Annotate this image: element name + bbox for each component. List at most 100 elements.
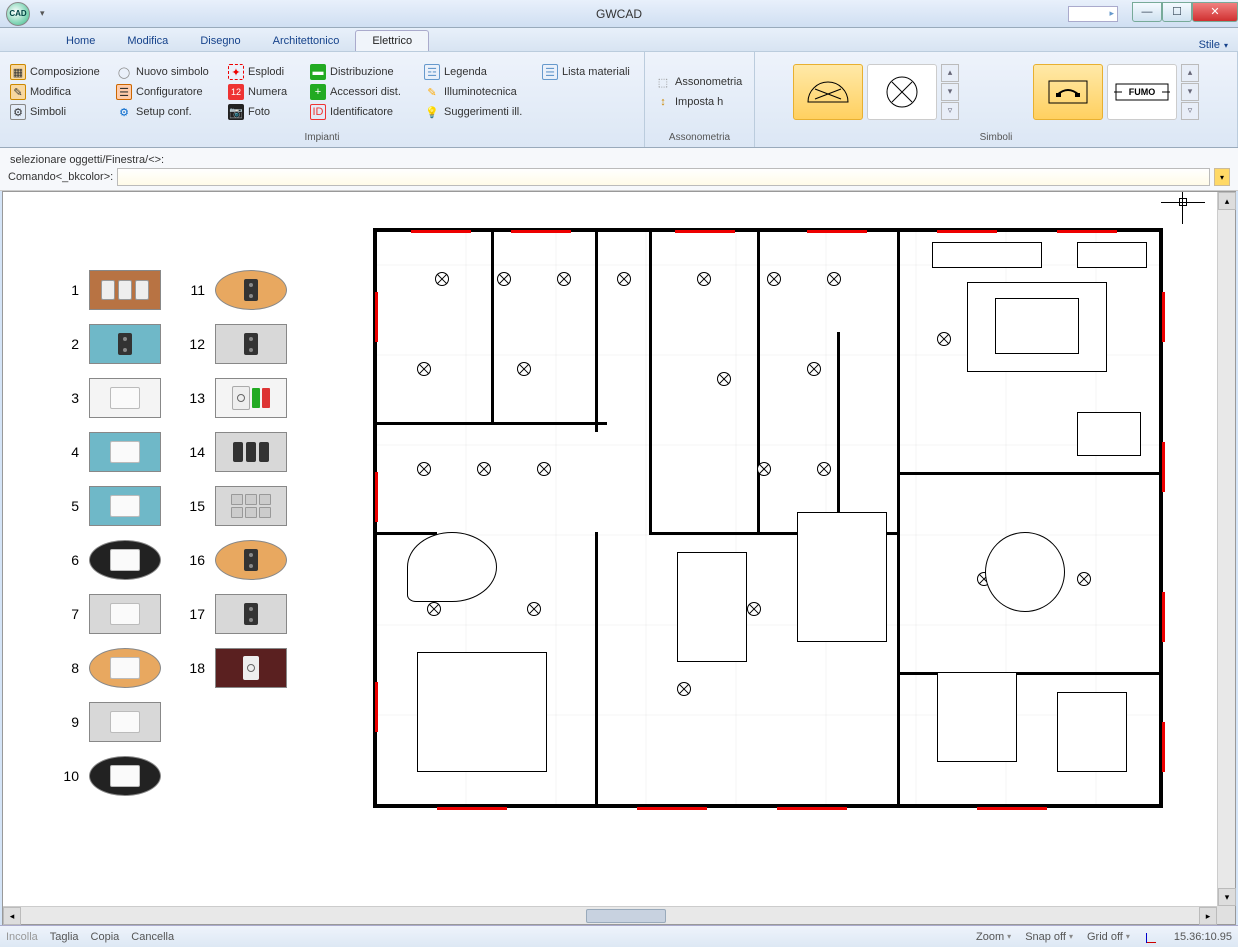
tab-architettonico[interactable]: Architettonico	[257, 31, 356, 51]
command-area: selezionare oggetti/Finestra/<>: Comando…	[0, 148, 1238, 191]
status-taglia[interactable]: Taglia	[50, 931, 79, 943]
maximize-button[interactable]: ☐	[1162, 2, 1192, 22]
tab-elettrico[interactable]: Elettrico	[355, 30, 429, 51]
accessori-dist-button[interactable]: +Accessori dist.	[306, 83, 418, 101]
legend-number: 5	[63, 498, 79, 514]
legend-item-14[interactable]: 14	[189, 432, 287, 472]
zoom-button[interactable]: Zoom▾	[976, 931, 1011, 943]
imposta-h-button[interactable]: ↕Imposta h	[651, 93, 748, 111]
floor-plan[interactable]	[373, 228, 1163, 808]
command-input[interactable]	[117, 168, 1210, 186]
legend-number: 10	[63, 768, 79, 784]
legend-number: 16	[189, 552, 205, 568]
tab-modifica[interactable]: Modifica	[111, 31, 184, 51]
command-dropdown[interactable]: ▾	[1214, 168, 1230, 186]
legend-item-16[interactable]: 16	[189, 540, 287, 580]
legend-thumb	[215, 432, 287, 472]
legend-thumb	[215, 648, 287, 688]
tab-home[interactable]: Home	[50, 31, 111, 51]
illuminotecnica-button[interactable]: ✎Illuminotecnica	[420, 83, 536, 101]
suggerimenti-ill-button[interactable]: 💡Suggerimenti ill.	[420, 103, 536, 121]
legend-number: 8	[63, 660, 79, 676]
legend-item-11[interactable]: 11	[189, 270, 287, 310]
legend-thumb	[89, 486, 161, 526]
legend-item-15[interactable]: 15	[189, 486, 287, 526]
legend-item-5[interactable]: 5	[63, 486, 161, 526]
legend-item-4[interactable]: 4	[63, 432, 161, 472]
foto-button[interactable]: 📷Foto	[224, 103, 304, 121]
qat-dropdown-icon[interactable]: ▾	[40, 8, 45, 19]
horizontal-scrollbar[interactable]: ◂ ▸	[3, 906, 1217, 924]
legend-thumb	[89, 648, 161, 688]
nuovo-simbolo-button[interactable]: ◯Nuovo simbolo	[112, 63, 222, 81]
help-search[interactable]: ▸	[1068, 6, 1118, 22]
legend-thumb	[215, 270, 287, 310]
grid-toggle[interactable]: Grid off▾	[1087, 931, 1130, 943]
legend-item-3[interactable]: 3	[63, 378, 161, 418]
numera-button[interactable]: 12Numera	[224, 83, 304, 101]
gallery-1-scroll[interactable]: ▴▾▿	[941, 64, 959, 121]
symbol-dome-light[interactable]	[793, 64, 863, 120]
vertical-scrollbar[interactable]: ▴ ▾	[1217, 192, 1235, 906]
simboli-button[interactable]: ⚙Simboli	[6, 103, 110, 121]
symbol-fumo[interactable]: FUMO	[1107, 64, 1177, 120]
legend-item-7[interactable]: 7	[63, 594, 161, 634]
status-incolla[interactable]: Incolla	[6, 931, 38, 943]
close-button[interactable]: ✕	[1192, 2, 1238, 22]
legend-thumb	[89, 270, 161, 310]
minimize-button[interactable]: ―	[1132, 2, 1162, 22]
legend-panel: 12345678910 1112131415161718	[63, 270, 287, 796]
esplodi-button[interactable]: ✦Esplodi	[224, 63, 304, 81]
legend-item-9[interactable]: 9	[63, 702, 161, 742]
app-icon[interactable]: CAD	[6, 2, 30, 26]
legend-number: 17	[189, 606, 205, 622]
legend-item-18[interactable]: 18	[189, 648, 287, 688]
legend-thumb	[89, 594, 161, 634]
legend-thumb	[89, 702, 161, 742]
legend-item-17[interactable]: 17	[189, 594, 287, 634]
composizione-button[interactable]: ▦Composizione	[6, 63, 110, 81]
drawing-canvas[interactable]: 12345678910 1112131415161718	[3, 192, 1217, 906]
symbol-phone-outlet[interactable]	[1033, 64, 1103, 120]
legend-number: 15	[189, 498, 205, 514]
modifica-button[interactable]: ✎Modifica	[6, 83, 110, 101]
status-copia[interactable]: Copia	[91, 931, 120, 943]
drawing-area: 12345678910 1112131415161718	[2, 191, 1236, 925]
legend-number: 13	[189, 390, 205, 406]
setup-conf-button[interactable]: ⚙Setup conf.	[112, 103, 222, 121]
symbol-gallery-1: ▴▾▿	[789, 60, 963, 125]
legend-number: 9	[63, 714, 79, 730]
status-cancella[interactable]: Cancella	[131, 931, 174, 943]
legend-number: 11	[189, 282, 205, 298]
legend-thumb	[215, 324, 287, 364]
ribbon: ▦Composizione ✎Modifica ⚙Simboli ◯Nuovo …	[0, 52, 1238, 148]
legend-number: 1	[63, 282, 79, 298]
ribbon-group-impianti: ▦Composizione ✎Modifica ⚙Simboli ◯Nuovo …	[0, 52, 645, 147]
legenda-button[interactable]: ☲Legenda	[420, 63, 536, 81]
legend-item-2[interactable]: 2	[63, 324, 161, 364]
gallery-2-scroll[interactable]: ▴▾▿	[1181, 64, 1199, 121]
stile-menu[interactable]: Stile▾	[1199, 39, 1228, 51]
legend-item-13[interactable]: 13	[189, 378, 287, 418]
legend-item-10[interactable]: 10	[63, 756, 161, 796]
tab-disegno[interactable]: Disegno	[184, 31, 256, 51]
legend-thumb	[215, 486, 287, 526]
group-label-impianti: Impianti	[6, 130, 638, 145]
legend-number: 4	[63, 444, 79, 460]
group-label-assonometria: Assonometria	[651, 130, 748, 145]
legend-item-6[interactable]: 6	[63, 540, 161, 580]
distribuzione-button[interactable]: ▬Distribuzione	[306, 63, 418, 81]
legend-item-8[interactable]: 8	[63, 648, 161, 688]
symbol-circle-x[interactable]	[867, 64, 937, 120]
axis-icon[interactable]	[1144, 929, 1160, 945]
assonometria-button[interactable]: ⬚Assonometria	[651, 73, 748, 91]
legend-item-12[interactable]: 12	[189, 324, 287, 364]
snap-toggle[interactable]: Snap off▾	[1025, 931, 1073, 943]
identificatore-button[interactable]: IDIdentificatore	[306, 103, 418, 121]
lista-materiali-button[interactable]: ☰Lista materiali	[538, 63, 638, 81]
legend-number: 6	[63, 552, 79, 568]
legend-thumb	[89, 540, 161, 580]
legend-number: 7	[63, 606, 79, 622]
legend-item-1[interactable]: 1	[63, 270, 161, 310]
configuratore-button[interactable]: ☰Configuratore	[112, 83, 222, 101]
